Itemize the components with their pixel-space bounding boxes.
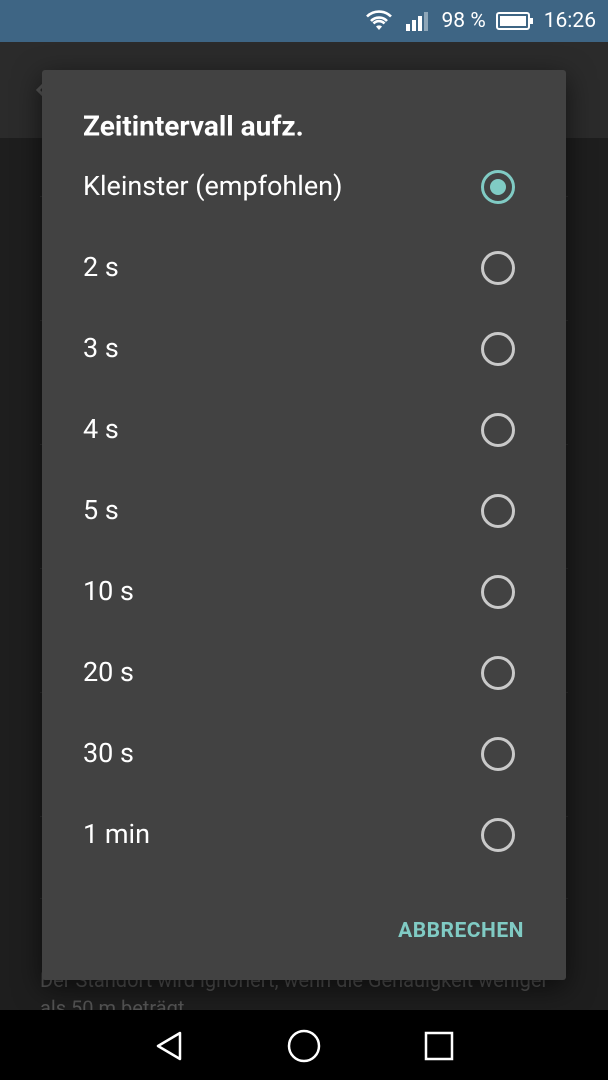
battery-percent: 98 %	[441, 9, 486, 33]
option-4s[interactable]: 4 s	[42, 389, 566, 470]
radio-unchecked-icon[interactable]	[481, 494, 515, 528]
battery-icon	[495, 11, 534, 31]
option-label: 2 s	[83, 251, 119, 283]
radio-unchecked-icon[interactable]	[481, 737, 515, 771]
option-20s[interactable]: 20 s	[42, 632, 566, 713]
dialog-title: Zeitintervall aufz.	[83, 109, 304, 143]
radio-unchecked-icon[interactable]	[481, 332, 515, 366]
option-label: 10 s	[83, 575, 134, 607]
option-3s[interactable]: 3 s	[42, 308, 566, 389]
back-triangle-icon[interactable]	[152, 1028, 188, 1064]
option-label: 20 s	[83, 656, 134, 688]
clock: 16:26	[543, 9, 596, 33]
radio-unchecked-icon[interactable]	[481, 251, 515, 285]
status-bar: 98 % 16:26	[0, 0, 608, 42]
option-label: Kleinster (empfohlen)	[83, 170, 343, 202]
option-10s[interactable]: 10 s	[42, 551, 566, 632]
recents-square-icon[interactable]	[421, 1028, 457, 1064]
radio-unchecked-icon[interactable]	[481, 413, 515, 447]
radio-unchecked-icon[interactable]	[481, 575, 515, 609]
signal-icon	[404, 10, 432, 32]
cancel-button[interactable]: ABBRECHEN	[398, 913, 524, 949]
option-1min[interactable]: 1 min	[42, 794, 566, 875]
radio-dot	[490, 179, 506, 195]
option-5s[interactable]: 5 s	[42, 470, 566, 551]
navigation-bar	[0, 1010, 608, 1080]
radio-unchecked-icon[interactable]	[481, 818, 515, 852]
option-label: 3 s	[83, 332, 119, 364]
radio-checked-icon[interactable]	[481, 170, 515, 204]
option-label: 4 s	[83, 413, 119, 445]
radio-unchecked-icon[interactable]	[481, 656, 515, 690]
option-30s[interactable]: 30 s	[42, 713, 566, 794]
option-kleinster[interactable]: Kleinster (empfohlen)	[42, 146, 566, 227]
option-label: 5 s	[83, 494, 119, 526]
option-2s[interactable]: 2 s	[42, 227, 566, 308]
home-circle-icon[interactable]	[286, 1028, 322, 1064]
option-label: 1 min	[83, 818, 151, 850]
interval-dialog: Zeitintervall aufz. Kleinster (empfohlen…	[42, 70, 566, 980]
wifi-icon	[364, 10, 394, 32]
option-label: 30 s	[83, 737, 134, 769]
